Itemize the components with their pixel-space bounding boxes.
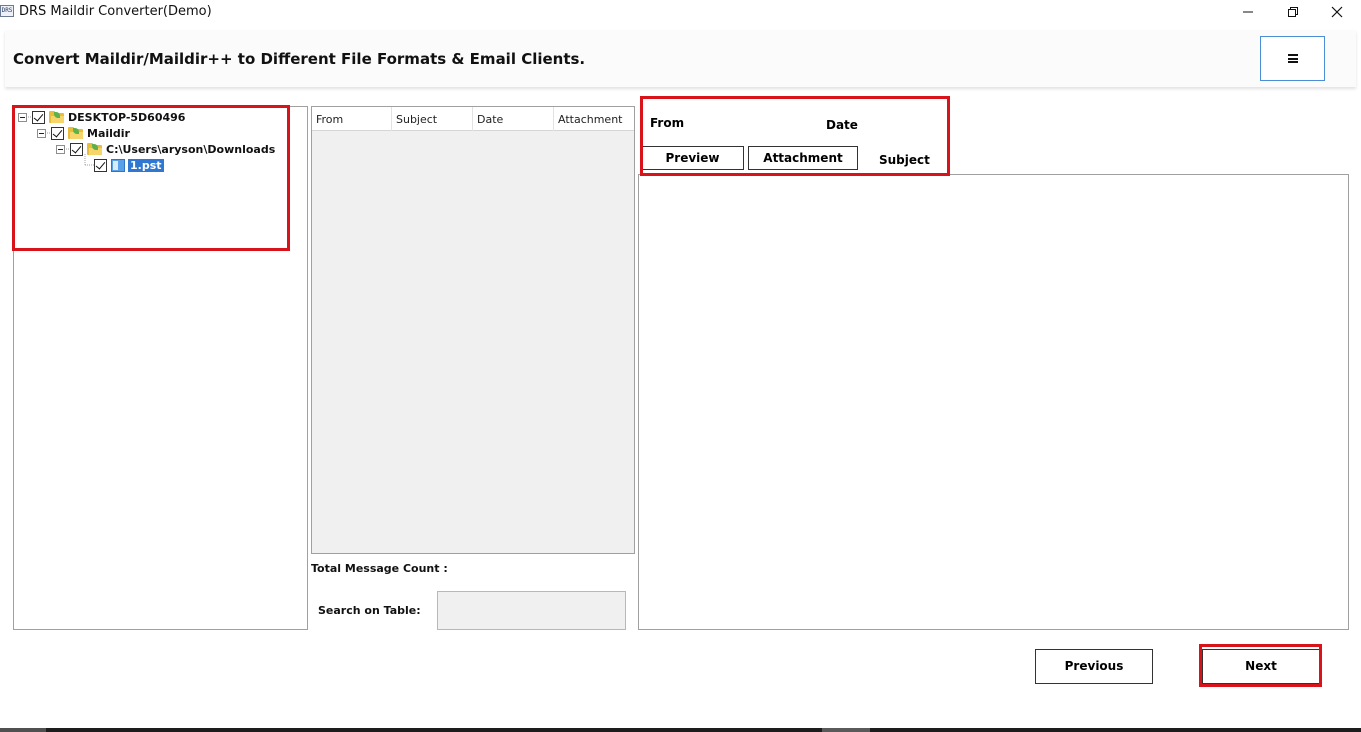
- collapse-icon[interactable]: [37, 128, 46, 138]
- tab-attachment[interactable]: Attachment: [748, 146, 858, 170]
- collapse-icon[interactable]: [56, 144, 65, 154]
- close-button[interactable]: [1314, 0, 1360, 24]
- pst-file-icon: [111, 158, 125, 172]
- column-header-date[interactable]: Date: [473, 107, 554, 131]
- title-bar: DRS DRS Maildir Converter(Demo): [0, 0, 1361, 26]
- tree-node-label: Maildir: [87, 126, 130, 140]
- menu-button[interactable]: [1260, 36, 1325, 81]
- tree-checkbox[interactable]: [70, 142, 83, 156]
- tab-preview[interactable]: Preview: [641, 146, 744, 170]
- folder-icon: [68, 127, 84, 139]
- tree-node-desktop[interactable]: DESKTOP-5D60496: [18, 109, 185, 125]
- collapse-icon[interactable]: [18, 112, 27, 122]
- tree-node-label: DESKTOP-5D60496: [68, 110, 186, 124]
- preview-subject-label: Subject: [879, 153, 930, 167]
- restore-button[interactable]: [1270, 0, 1316, 24]
- tree-checkbox[interactable]: [32, 110, 45, 124]
- preview-date-label: Date: [826, 118, 858, 132]
- preview-from-label: From: [650, 116, 685, 130]
- tree-node-maildir[interactable]: Maildir: [37, 125, 130, 141]
- tree-checkbox[interactable]: [51, 126, 64, 140]
- column-header-subject[interactable]: Subject: [392, 107, 473, 131]
- computer-folder-icon: [49, 111, 65, 123]
- app-logo-icon: DRS: [0, 5, 14, 17]
- minimize-icon: [1243, 11, 1253, 13]
- tree-node-label: 1.pst: [128, 158, 164, 172]
- restore-icon: [1288, 7, 1298, 17]
- next-button[interactable]: Next: [1202, 649, 1320, 684]
- folder-tree-panel: DESKTOP-5D60496 Maildir C:\Users\aryson\…: [13, 106, 308, 630]
- tree-checkbox[interactable]: [94, 158, 107, 172]
- search-label: Search on Table:: [318, 604, 421, 617]
- tree-node-downloads[interactable]: C:\Users\aryson\Downloads: [56, 141, 275, 157]
- table-header: From Subject Date Attachment: [312, 107, 634, 131]
- search-input[interactable]: [437, 591, 626, 630]
- taskbar-strip: [0, 728, 1361, 732]
- message-table[interactable]: From Subject Date Attachment: [311, 106, 635, 554]
- message-preview-pane[interactable]: [638, 174, 1349, 630]
- hamburger-menu-icon: [1287, 54, 1298, 63]
- folder-icon: [87, 143, 103, 155]
- tree-node-label: C:\Users\aryson\Downloads: [106, 142, 276, 156]
- minimize-button[interactable]: [1225, 0, 1271, 24]
- app-header: Convert Maildir/Maildir++ to Different F…: [5, 30, 1356, 87]
- page-title: Convert Maildir/Maildir++ to Different F…: [13, 50, 586, 68]
- total-message-count: Total Message Count :: [311, 562, 448, 575]
- window-title: DRS Maildir Converter(Demo): [19, 4, 212, 19]
- close-icon: [1331, 6, 1343, 18]
- column-header-from[interactable]: From: [312, 107, 392, 131]
- column-header-attachment[interactable]: Attachment: [554, 107, 634, 131]
- tree-node-pst-file[interactable]: 1.pst: [94, 157, 164, 173]
- previous-button[interactable]: Previous: [1035, 649, 1153, 684]
